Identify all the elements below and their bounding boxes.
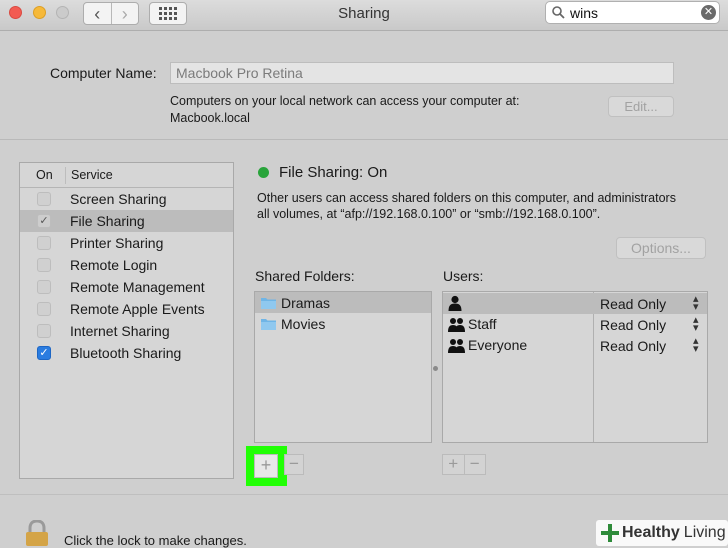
service-checkbox[interactable] xyxy=(37,192,51,206)
chevron-left-icon: ‹ xyxy=(94,3,101,24)
folder-icon xyxy=(261,318,276,330)
clear-search-icon[interactable]: ✕ xyxy=(701,5,716,20)
back-button[interactable]: ‹ xyxy=(84,3,111,24)
folder-icon xyxy=(261,297,276,309)
forward-button[interactable]: › xyxy=(110,3,139,24)
watermark-logo: Healthy Living xyxy=(596,520,728,546)
computer-name-label: Computer Name: xyxy=(50,65,157,81)
chevron-right-icon: › xyxy=(121,3,128,24)
service-row-remote-apple-events[interactable]: Remote Apple Events xyxy=(20,298,233,320)
single-user-icon xyxy=(448,295,462,311)
shared-folders-list[interactable]: Dramas Movies xyxy=(254,291,432,443)
computer-address-info: Computers on your local network can acce… xyxy=(170,93,519,127)
service-list: On Service Screen Sharing ✓ File Sharing… xyxy=(19,162,234,479)
service-row-bluetooth-sharing[interactable]: ✓ Bluetooth Sharing xyxy=(20,342,233,364)
checkmark-icon: ✓ xyxy=(39,215,49,227)
service-row-file-sharing[interactable]: ✓ File Sharing xyxy=(20,210,233,232)
service-row-printer-sharing[interactable]: Printer Sharing xyxy=(20,232,233,254)
group-icon xyxy=(448,318,465,332)
column-header-service[interactable]: Service xyxy=(66,168,113,182)
folder-row-movies[interactable]: Movies xyxy=(255,313,431,334)
service-checkbox[interactable] xyxy=(37,236,51,250)
service-label: Remote Apple Events xyxy=(70,301,205,317)
service-checkbox[interactable] xyxy=(37,324,51,338)
title-bar: ‹ › Sharing ✕ xyxy=(0,0,728,31)
grid-icon xyxy=(159,7,162,10)
service-checkbox[interactable]: ✓ xyxy=(37,214,51,228)
service-label: Internet Sharing xyxy=(70,323,170,339)
watermark-text-bold: Healthy xyxy=(622,524,680,541)
user-name: Staff xyxy=(468,316,497,332)
divider xyxy=(0,494,728,495)
user-add-remove-group: + − xyxy=(442,454,486,475)
chevron-updown-icon[interactable]: ▴ ▾ xyxy=(693,315,699,334)
local-hostname: Macbook.local xyxy=(170,111,250,125)
minimize-window-button[interactable] xyxy=(33,6,46,19)
lock-icon[interactable] xyxy=(24,520,50,546)
search-input[interactable] xyxy=(570,3,690,22)
service-label: Remote Login xyxy=(70,257,158,273)
file-sharing-status: File Sharing: On xyxy=(279,164,388,181)
computer-name-field[interactable] xyxy=(170,62,674,84)
address-info-line: Computers on your local network can acce… xyxy=(170,94,520,108)
service-row-screen-sharing[interactable]: Screen Sharing xyxy=(20,188,233,210)
service-row-internet-sharing[interactable]: Internet Sharing xyxy=(20,320,233,342)
options-button[interactable]: Options... xyxy=(616,237,706,259)
zoom-window-button[interactable] xyxy=(56,6,69,19)
group-icon xyxy=(448,339,465,353)
watermark-text: Living xyxy=(683,524,726,541)
chevron-updown-icon[interactable]: ▴ ▾ xyxy=(693,336,699,355)
permission-popup[interactable]: Read Only xyxy=(600,296,666,312)
edit-button[interactable]: Edit... xyxy=(608,96,674,117)
description-line: all volumes, at “afp://192.168.0.100” or… xyxy=(257,207,601,221)
add-folder-highlight: + xyxy=(246,446,287,486)
description-line: Other users can access shared folders on… xyxy=(257,191,676,205)
search-field[interactable]: ✕ xyxy=(545,1,720,24)
shared-folders-label: Shared Folders: xyxy=(255,268,355,284)
user-name: Everyone xyxy=(468,337,528,353)
service-checkbox[interactable] xyxy=(37,280,51,294)
remove-user-button[interactable]: − xyxy=(463,455,486,474)
folder-name: Movies xyxy=(281,315,326,332)
permission-popup[interactable]: Read Only xyxy=(600,317,666,333)
status-indicator xyxy=(258,167,269,178)
folder-name: Dramas xyxy=(281,294,331,311)
users-label: Users: xyxy=(443,268,484,284)
divider xyxy=(0,139,728,140)
user-row-staff[interactable]: Staff Read Only ▴ ▾ xyxy=(443,314,707,335)
add-user-button[interactable]: + xyxy=(443,455,464,474)
nav-buttons: ‹ › xyxy=(83,2,139,25)
close-window-button[interactable] xyxy=(9,6,22,19)
checkmark-icon: ✓ xyxy=(39,347,49,359)
window-title: Sharing xyxy=(338,5,390,22)
chevron-updown-icon[interactable]: ▴ ▾ xyxy=(693,294,699,313)
service-checkbox[interactable]: ✓ xyxy=(37,346,51,360)
show-all-button[interactable] xyxy=(149,2,187,25)
service-label: Bluetooth Sharing xyxy=(70,345,182,361)
service-row-remote-login[interactable]: Remote Login xyxy=(20,254,233,276)
pane-splitter-handle[interactable] xyxy=(433,366,438,371)
service-checkbox[interactable] xyxy=(37,302,51,316)
service-checkbox[interactable] xyxy=(37,258,51,272)
remove-folder-button[interactable]: − xyxy=(284,454,304,475)
service-label: Printer Sharing xyxy=(70,235,164,251)
service-list-header: On Service xyxy=(20,163,233,188)
permission-popup[interactable]: Read Only xyxy=(600,338,666,354)
leaf-plus-icon xyxy=(601,524,619,542)
column-header-on[interactable]: On xyxy=(20,166,66,184)
service-label: Screen Sharing xyxy=(70,191,167,207)
file-sharing-description: Other users can access shared folders on… xyxy=(257,190,707,222)
search-icon xyxy=(552,6,565,19)
user-row-owner[interactable]: Read Only ▴ ▾ xyxy=(443,293,707,314)
service-label: Remote Management xyxy=(70,279,205,295)
user-row-everyone[interactable]: Everyone Read Only ▴ ▾ xyxy=(443,335,707,356)
service-row-remote-management[interactable]: Remote Management xyxy=(20,276,233,298)
add-folder-button[interactable]: + xyxy=(254,454,278,478)
service-label: File Sharing xyxy=(70,213,145,229)
users-list[interactable]: Read Only ▴ ▾ Staff Read Only ▴ ▾ Everyone… xyxy=(442,291,708,443)
folder-row-dramas[interactable]: Dramas xyxy=(255,292,431,313)
